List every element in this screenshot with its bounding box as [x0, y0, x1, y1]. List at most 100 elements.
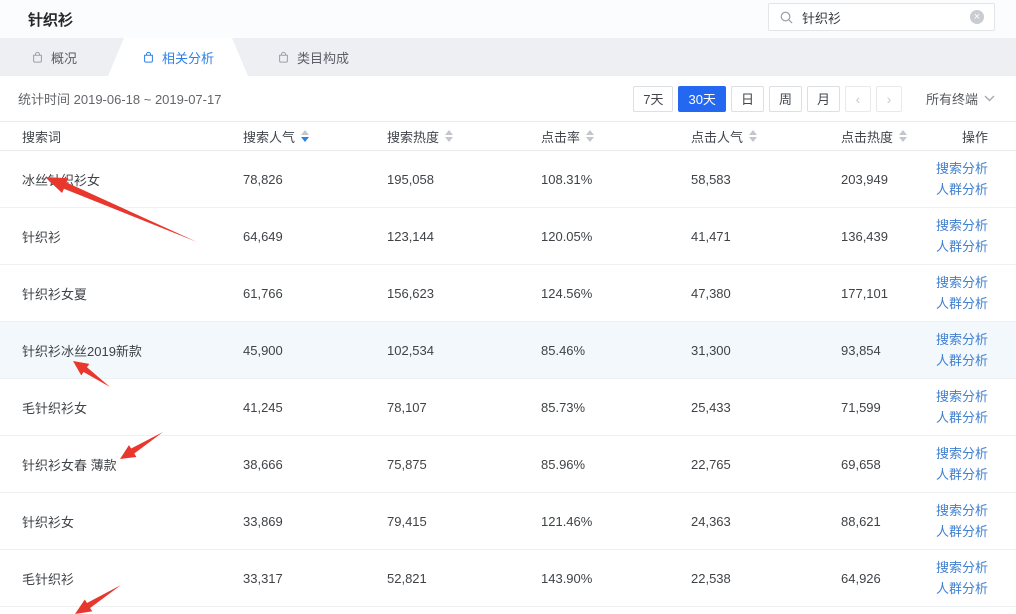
next-page-button[interactable]: › [876, 86, 902, 112]
cell-click_pop: 25,433 [691, 379, 841, 435]
audience-analysis-link[interactable]: 人群分析 [936, 180, 988, 200]
audience-analysis-link[interactable]: 人群分析 [936, 408, 988, 428]
audience-analysis-link[interactable]: 人群分析 [936, 351, 988, 371]
cell-search_heat: 52,821 [387, 550, 541, 606]
tab-overview[interactable]: 概况 [0, 38, 108, 76]
sort-icon[interactable] [445, 130, 453, 142]
column-label: 点击人气 [691, 127, 743, 146]
cell-keyword: 冰丝针织衫女 [22, 151, 243, 207]
column-label: 搜索人气 [243, 127, 295, 146]
sort-icon[interactable] [899, 130, 907, 142]
column-label: 搜索词 [22, 127, 61, 146]
audience-analysis-link[interactable]: 人群分析 [936, 237, 988, 257]
table-row: 针织衫女春 薄款38,66675,87585.96%22,76569,658搜索… [0, 436, 1016, 493]
bag-icon [31, 51, 44, 64]
column-header-ctr[interactable]: 点击率 [541, 122, 691, 150]
column-header-keyword: 搜索词 [22, 122, 243, 150]
cell-click_pop: 22,538 [691, 550, 841, 606]
column-header-search_heat[interactable]: 搜索热度 [387, 122, 541, 150]
column-header-actions: 操作 [941, 122, 1016, 150]
cell-search_pop: 61,766 [243, 265, 387, 321]
column-header-search_pop[interactable]: 搜索人气 [243, 122, 387, 150]
period-button-月[interactable]: 月 [807, 86, 840, 112]
prev-page-button[interactable]: ‹ [845, 86, 871, 112]
search-analysis-link[interactable]: 搜索分析 [936, 387, 988, 407]
cell-actions: 搜索分析人群分析 [941, 493, 1016, 549]
cell-keyword: 针织衫冰丝2019新款 [22, 322, 243, 378]
terminal-filter-label: 所有终端 [926, 89, 978, 108]
table-row: 针织衫女33,86979,415121.46%24,36388,621搜索分析人… [0, 493, 1016, 550]
stat-time: 统计时间 2019-06-18 ~ 2019-07-17 [18, 89, 221, 108]
cell-keyword: 毛针织衫女 [22, 379, 243, 435]
search-input[interactable]: 针织衫 [802, 8, 970, 27]
bag-icon [277, 51, 290, 64]
audience-analysis-link[interactable]: 人群分析 [936, 522, 988, 542]
terminal-filter-dropdown[interactable]: 所有终端 [926, 89, 995, 108]
cell-search_pop: 33,317 [243, 550, 387, 606]
tab-label: 相关分析 [162, 48, 214, 67]
audience-analysis-link[interactable]: 人群分析 [936, 579, 988, 599]
table-row: 毛针织衫女41,24578,10785.73%25,43371,599搜索分析人… [0, 379, 1016, 436]
search-box[interactable]: 针织衫 × [768, 3, 995, 31]
table-body: 冰丝针织衫女78,826195,058108.31%58,583203,949搜… [0, 151, 1016, 607]
cell-search_pop: 78,826 [243, 151, 387, 207]
period-button-30天[interactable]: 30天 [678, 86, 725, 112]
clear-icon[interactable]: × [970, 10, 984, 24]
column-header-click_heat[interactable]: 点击热度 [841, 122, 941, 150]
cell-click_pop: 24,363 [691, 493, 841, 549]
cell-search_pop: 33,869 [243, 493, 387, 549]
cell-search_pop: 38,666 [243, 436, 387, 492]
cell-ctr: 121.46% [541, 493, 691, 549]
search-analysis-link[interactable]: 搜索分析 [936, 444, 988, 464]
stat-time-label: 统计时间 [18, 92, 70, 107]
period-button-7天[interactable]: 7天 [633, 86, 673, 112]
topbar: 针织衫 针织衫 × [0, 0, 1016, 38]
tab-category-composition[interactable]: 类目构成 [248, 38, 378, 76]
column-header-click_pop[interactable]: 点击人气 [691, 122, 841, 150]
cell-ctr: 143.90% [541, 550, 691, 606]
search-analysis-link[interactable]: 搜索分析 [936, 159, 988, 179]
cell-ctr: 85.73% [541, 379, 691, 435]
sort-icon[interactable] [586, 130, 594, 142]
table-row: 针织衫女夏61,766156,623124.56%47,380177,101搜索… [0, 265, 1016, 322]
cell-keyword: 针织衫 [22, 208, 243, 264]
cell-search_heat: 123,144 [387, 208, 541, 264]
table-row: 毛针织衫33,31752,821143.90%22,53864,926搜索分析人… [0, 550, 1016, 607]
cell-click_pop: 41,471 [691, 208, 841, 264]
cell-actions: 搜索分析人群分析 [941, 208, 1016, 264]
tab-label: 概况 [51, 48, 77, 67]
search-icon [779, 10, 794, 25]
sort-icon[interactable] [749, 130, 757, 142]
column-label: 搜索热度 [387, 127, 439, 146]
cell-keyword: 针织衫女 [22, 493, 243, 549]
cell-keyword: 针织衫女春 薄款 [22, 436, 243, 492]
cell-keyword: 毛针织衫 [22, 550, 243, 606]
table-row: 针织衫冰丝2019新款45,900102,53485.46%31,30093,8… [0, 322, 1016, 379]
tab-related-analysis[interactable]: 相关分析 [108, 38, 248, 76]
sort-icon[interactable] [301, 130, 309, 142]
audience-analysis-link[interactable]: 人群分析 [936, 465, 988, 485]
period-button-日[interactable]: 日 [731, 86, 764, 112]
cell-click_heat: 69,658 [841, 436, 941, 492]
cell-search_pop: 45,900 [243, 322, 387, 378]
toolbar: 统计时间 2019-06-18 ~ 2019-07-17 7天30天日周月 ‹ … [0, 76, 1016, 121]
cell-click_pop: 22,765 [691, 436, 841, 492]
cell-actions: 搜索分析人群分析 [941, 550, 1016, 606]
search-analysis-link[interactable]: 搜索分析 [936, 330, 988, 350]
search-analysis-link[interactable]: 搜索分析 [936, 501, 988, 521]
cell-search_heat: 78,107 [387, 379, 541, 435]
cell-ctr: 108.31% [541, 151, 691, 207]
tab-bar: 概况 相关分析 类目构成 [0, 38, 1016, 76]
cell-search_heat: 79,415 [387, 493, 541, 549]
search-analysis-link[interactable]: 搜索分析 [936, 558, 988, 578]
search-analysis-link[interactable]: 搜索分析 [936, 216, 988, 236]
audience-analysis-link[interactable]: 人群分析 [936, 294, 988, 314]
related-analysis-page: 针织衫 针织衫 × 概况 相关分析 [0, 0, 1016, 614]
cell-click_heat: 203,949 [841, 151, 941, 207]
cell-click_heat: 93,854 [841, 322, 941, 378]
cell-search_pop: 41,245 [243, 379, 387, 435]
cell-actions: 搜索分析人群分析 [941, 151, 1016, 207]
cell-actions: 搜索分析人群分析 [941, 265, 1016, 321]
period-button-周[interactable]: 周 [769, 86, 802, 112]
search-analysis-link[interactable]: 搜索分析 [936, 273, 988, 293]
